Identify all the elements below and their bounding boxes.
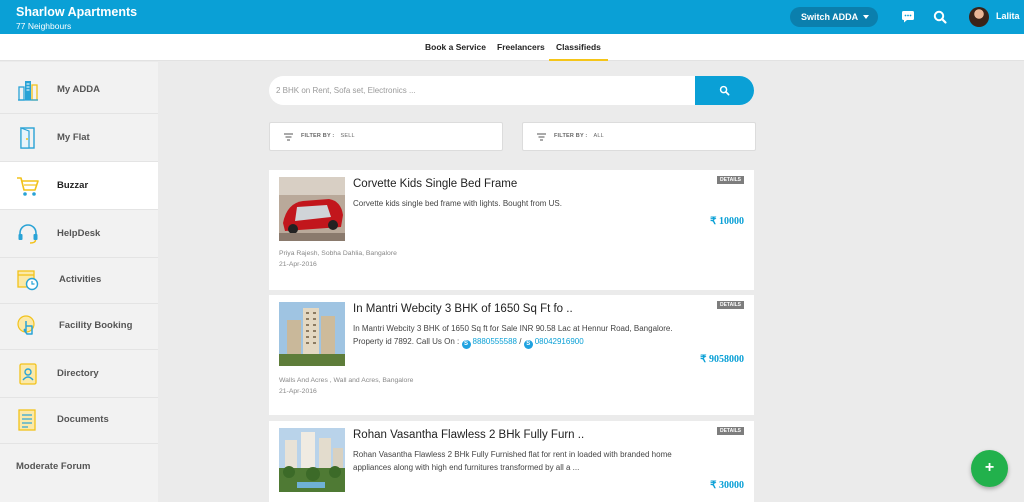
sidebar-item-label: My ADDA bbox=[57, 84, 100, 95]
sidebar-item-helpdesk[interactable]: HelpDesk bbox=[0, 210, 158, 258]
listing-thumbnail[interactable] bbox=[279, 428, 345, 492]
hand-pointer-icon bbox=[17, 315, 35, 335]
sidebar-item-buzzar[interactable]: Buzzar bbox=[0, 162, 158, 210]
filter-label: FILTER BY : ALL bbox=[554, 133, 604, 139]
details-badge[interactable]: DETAILS bbox=[716, 301, 744, 309]
filter-value: SELL bbox=[340, 133, 355, 139]
sidebar-item-label: Facility Booking bbox=[59, 320, 133, 331]
skype-icon: S bbox=[461, 340, 471, 349]
sidebar-item-label: Documents bbox=[57, 414, 109, 425]
neighbours-count[interactable]: 77 Neighbours bbox=[16, 20, 137, 32]
contact-book-icon bbox=[19, 363, 37, 385]
search-input[interactable] bbox=[269, 76, 694, 105]
sidebar-item-my-adda[interactable]: My ADDA bbox=[0, 66, 158, 114]
search-icon[interactable] bbox=[932, 9, 948, 25]
listing-card[interactable]: Rohan Vasantha Flawless 2 BHk Fully Furn… bbox=[269, 421, 754, 502]
filter-icon bbox=[537, 133, 546, 141]
search-icon bbox=[719, 85, 730, 96]
apartment-complex-image bbox=[279, 428, 345, 492]
apartment-building-image bbox=[279, 302, 345, 366]
listing-date: 21-Apr-2016 bbox=[279, 261, 317, 268]
sidebar-item-documents[interactable]: Documents bbox=[0, 396, 158, 444]
tab-freelancers[interactable]: Freelancers bbox=[497, 42, 545, 52]
sidebar-item-activities[interactable]: Activities bbox=[0, 256, 158, 304]
listing-thumbnail[interactable] bbox=[279, 177, 345, 241]
door-icon bbox=[20, 127, 35, 149]
apartment-name[interactable]: Sharlow Apartments bbox=[16, 5, 137, 19]
listing-description: In Mantri Webcity 3 BHK of 1650 Sq ft fo… bbox=[353, 322, 693, 349]
sidebar-item-facility-booking[interactable]: Facility Booking bbox=[0, 302, 158, 350]
details-badge[interactable]: DETAILS bbox=[716, 427, 744, 435]
user-avatar[interactable] bbox=[969, 7, 989, 27]
listing-meta: Priya Rajesh, Sobha Dahlia, Bangalore 21… bbox=[279, 248, 397, 270]
building-icon bbox=[18, 81, 38, 101]
filter-category-dropdown[interactable]: FILTER BY : ALL bbox=[522, 122, 756, 151]
phone-separator: / bbox=[519, 337, 522, 346]
listing-title[interactable]: Corvette Kids Single Bed Frame bbox=[353, 178, 517, 190]
caret-down-icon bbox=[863, 15, 869, 19]
phone-link-2[interactable]: 08042916900 bbox=[535, 337, 584, 346]
listing-card[interactable]: Corvette Kids Single Bed Frame Corvette … bbox=[269, 170, 754, 290]
listing-seller: Walls And Acres , Wall and Acres, Bangal… bbox=[279, 377, 414, 384]
listing-title[interactable]: In Mantri Webcity 3 BHK of 1650 Sq Ft fo… bbox=[353, 303, 573, 315]
cart-icon bbox=[17, 177, 39, 196]
sidebar-item-moderate-forum[interactable]: Moderate Forum bbox=[16, 461, 90, 472]
tab-classifieds[interactable]: Classifieds bbox=[549, 42, 608, 61]
listing-price: ₹ 10000 bbox=[710, 216, 744, 227]
filter-icon bbox=[284, 133, 293, 141]
sidebar-item-directory[interactable]: Directory bbox=[0, 350, 158, 398]
filter-by-text: FILTER BY : bbox=[301, 133, 335, 139]
switch-adda-button[interactable]: Switch ADDA bbox=[790, 7, 878, 27]
document-icon bbox=[18, 409, 36, 431]
adda-brand[interactable]: Sharlow Apartments 77 Neighbours bbox=[16, 5, 137, 32]
sidebar-item-label: My Flat bbox=[57, 132, 90, 143]
top-header: Sharlow Apartments 77 Neighbours Switch … bbox=[0, 0, 1024, 34]
filter-type-dropdown[interactable]: FILTER BY : SELL bbox=[269, 122, 503, 151]
sidebar-item-label: HelpDesk bbox=[57, 228, 101, 239]
listing-price: ₹ 30000 bbox=[710, 480, 744, 491]
user-name[interactable]: Lalita bbox=[996, 11, 1020, 21]
tab-book-a-service[interactable]: Book a Service bbox=[425, 42, 486, 52]
details-badge[interactable]: DETAILS bbox=[716, 176, 744, 184]
plus-icon: + bbox=[984, 459, 995, 476]
sidebar-item-my-flat[interactable]: My Flat bbox=[0, 114, 158, 162]
listing-price: ₹ 9058000 bbox=[700, 354, 744, 365]
listing-date: 21-Apr-2016 bbox=[279, 388, 317, 395]
filter-value: ALL bbox=[593, 133, 604, 139]
filter-label: FILTER BY : SELL bbox=[301, 133, 355, 139]
add-listing-button[interactable]: + bbox=[971, 450, 1008, 487]
chat-icon[interactable] bbox=[900, 9, 916, 25]
listing-description: Corvette kids single bed frame with ligh… bbox=[353, 199, 562, 208]
listing-card[interactable]: In Mantri Webcity 3 BHK of 1650 Sq Ft fo… bbox=[269, 295, 754, 415]
headset-icon bbox=[18, 224, 38, 244]
switch-adda-label: Switch ADDA bbox=[801, 12, 859, 22]
sidebar-item-label: Directory bbox=[57, 368, 99, 379]
sidebar-item-label: Activities bbox=[59, 274, 102, 285]
classifieds-search bbox=[269, 76, 754, 105]
calendar-clock-icon bbox=[17, 270, 39, 291]
sub-navigation: Book a Service Freelancers Classifieds bbox=[0, 34, 1024, 61]
listing-seller: Priya Rajesh, Sobha Dahlia, Bangalore bbox=[279, 250, 397, 257]
phone-link-1[interactable]: 8880555588 bbox=[473, 337, 518, 346]
filter-by-text: FILTER BY : bbox=[554, 133, 588, 139]
car-bed-image bbox=[279, 177, 345, 241]
listing-meta: Walls And Acres , Wall and Acres, Bangal… bbox=[279, 375, 413, 397]
listing-thumbnail[interactable] bbox=[279, 302, 345, 366]
listing-description: Rohan Vasantha Flawless 2 BHk Fully Furn… bbox=[353, 450, 672, 472]
listing-title[interactable]: Rohan Vasantha Flawless 2 BHk Fully Furn… bbox=[353, 429, 584, 441]
sidebar: My ADDA My Flat Buzzar HelpDesk Activiti… bbox=[0, 62, 158, 502]
search-button[interactable] bbox=[695, 76, 754, 105]
skype-icon: S bbox=[523, 340, 533, 349]
sidebar-item-label: Buzzar bbox=[57, 180, 89, 191]
